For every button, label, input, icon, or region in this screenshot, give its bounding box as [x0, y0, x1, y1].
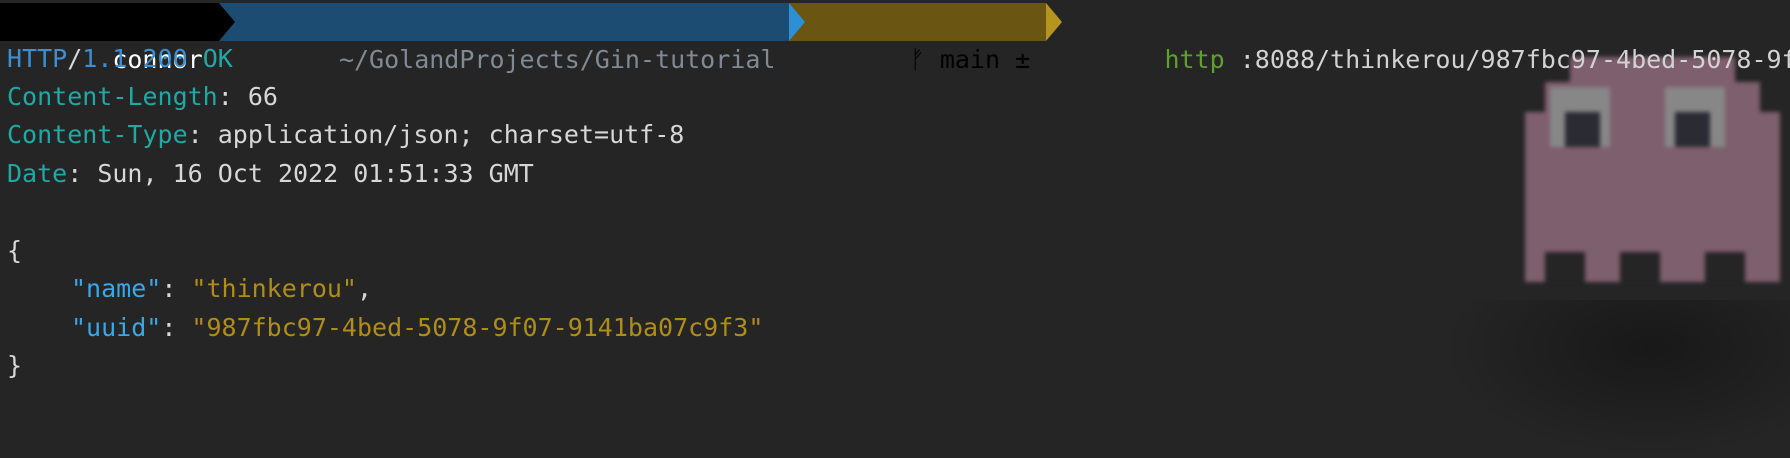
- shell-prompt: connor ~/GolandProjects/Gin-tutorial ᚠ m…: [0, 3, 1790, 74]
- command-line[interactable]: http :8088/thinkerou/987fbc97-4bed-5078-…: [1046, 3, 1790, 74]
- json-field: "name": "thinkerou",: [71, 272, 372, 306]
- json-value: "987fbc97-4bed-5078-9f07-9141ba07c9f3": [191, 313, 764, 342]
- git-branch-label: main ±: [939, 45, 1031, 74]
- json-open-brace: {: [7, 236, 23, 265]
- header-name: Date: [7, 159, 68, 188]
- git-branch-icon: ᚠ: [909, 45, 925, 74]
- response-protocol: HTTP: [7, 44, 68, 73]
- response-version: 1.1: [82, 44, 128, 73]
- response-status-code: 200: [142, 44, 188, 73]
- header-colon: :: [187, 120, 218, 149]
- header-value: Sun, 16 Oct 2022 01:51:33 GMT: [97, 159, 534, 188]
- header-colon: :: [67, 159, 98, 188]
- prompt-separator-arrow: [789, 3, 806, 41]
- json-trailing-comma: ,: [357, 274, 373, 303]
- response-header: Content-Type: application/json; charset=…: [7, 118, 684, 152]
- json-field: "uuid": "987fbc97-4bed-5078-9f07-9141ba0…: [71, 311, 763, 345]
- response-header: Date: Sun, 16 Oct 2022 01:51:33 GMT: [7, 157, 534, 191]
- response-status-line: HTTP/1.1 200 OK: [7, 42, 233, 76]
- prompt-user-segment: connor: [0, 3, 235, 74]
- pixel-ghost-background: [1525, 57, 1780, 282]
- header-value: application/json; charset=utf-8: [217, 120, 685, 149]
- prompt-separator-arrow: [1046, 3, 1063, 41]
- git-branch-name: main ±: [925, 45, 1030, 74]
- ghost-shadow-decoration: [1440, 300, 1790, 458]
- response-header: Content-Length: 66: [7, 80, 278, 114]
- header-name: Content-Length: [7, 82, 218, 111]
- json-key: "name": [71, 274, 162, 303]
- terminal-window[interactable]: connor ~/GolandProjects/Gin-tutorial ᚠ m…: [0, 0, 1790, 458]
- prompt-git-segment: ᚠ main ±: [789, 3, 1063, 74]
- command-argument-text: :8088/thinkerou/987fbc97-4bed-5078-9f07-…: [1239, 45, 1790, 74]
- json-value: "thinkerou": [191, 274, 357, 303]
- json-separator: :: [161, 274, 192, 303]
- prompt-separator-arrow: [218, 3, 235, 41]
- response-slash: /: [67, 44, 83, 73]
- command-argument: :8088/thinkerou/987fbc97-4bed-5078-9f07-…: [1225, 45, 1790, 74]
- json-key: "uuid": [71, 313, 162, 342]
- response-status-text: OK: [202, 44, 233, 73]
- header-value: 66: [247, 82, 278, 111]
- prompt-path-segment: ~/GolandProjects/Gin-tutorial: [218, 3, 806, 74]
- json-close-brace: }: [7, 351, 23, 380]
- command-name: http: [1164, 45, 1225, 74]
- json-separator: :: [161, 313, 192, 342]
- header-name: Content-Type: [7, 120, 188, 149]
- prompt-path: ~/GolandProjects/Gin-tutorial: [338, 45, 776, 74]
- header-colon: :: [217, 82, 248, 111]
